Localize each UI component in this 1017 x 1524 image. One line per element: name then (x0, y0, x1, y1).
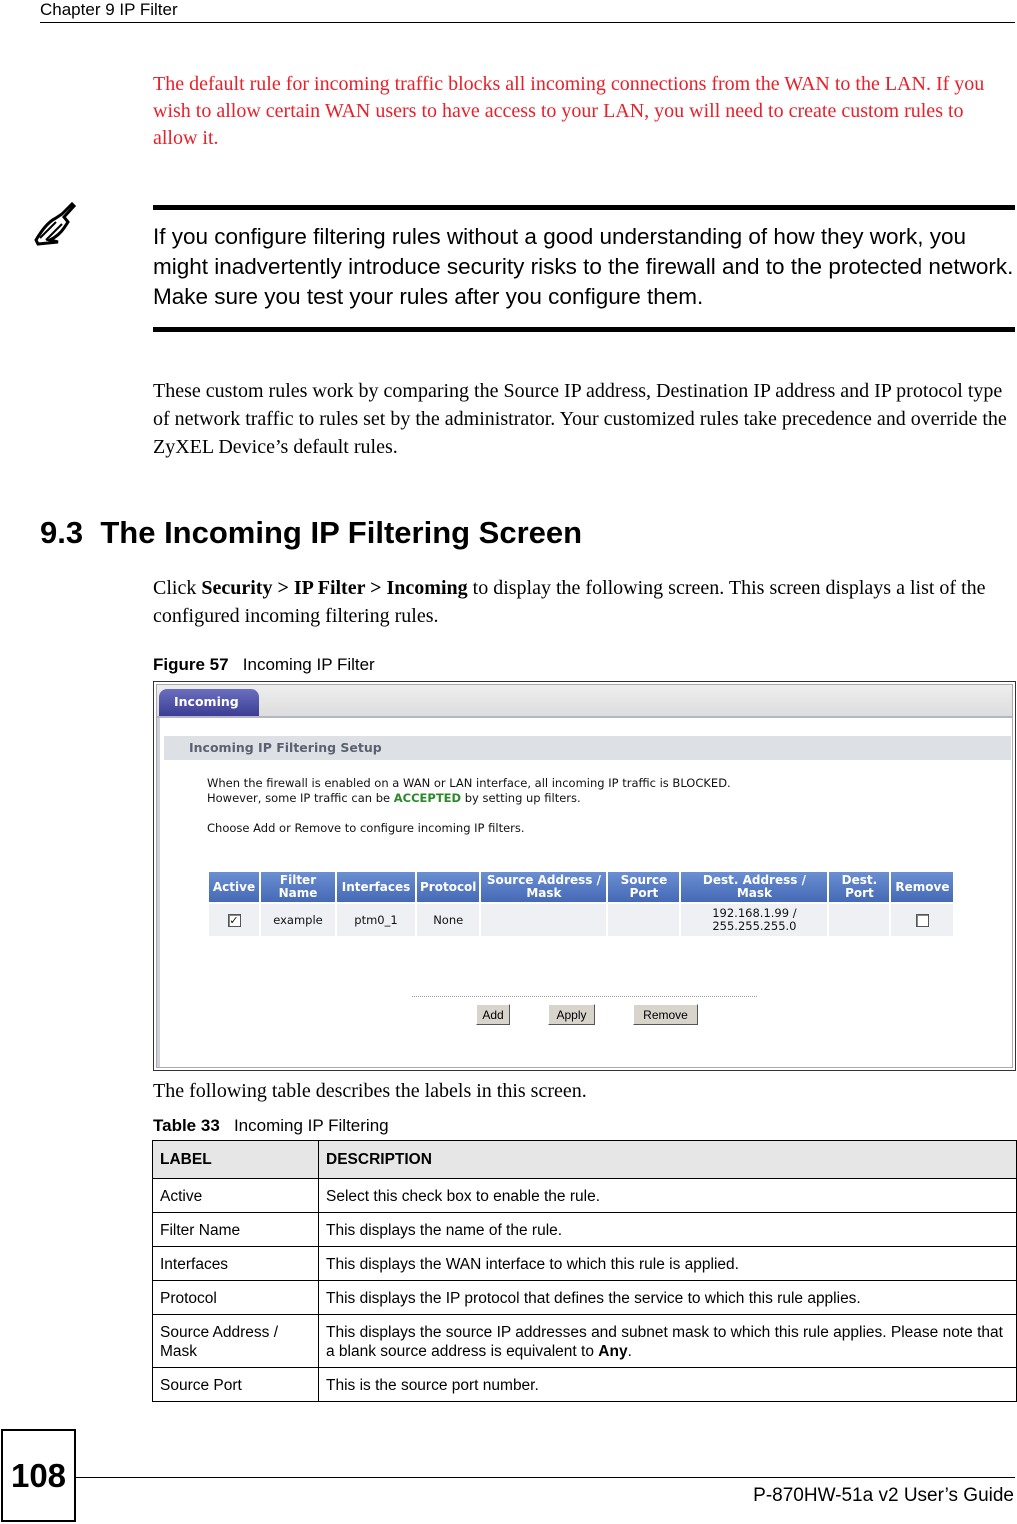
tab-incoming[interactable]: Incoming (159, 689, 259, 716)
accepted-keyword: ACCEPTED (393, 791, 462, 805)
table-title: Incoming IP Filtering (233, 1116, 389, 1135)
col-filter-name: Filter Name (261, 872, 335, 902)
source-address-cell (481, 904, 607, 936)
col-interfaces: Interfaces (337, 872, 415, 902)
active-cell: ✓ (209, 904, 259, 936)
row-description: This is the source port number. (318, 1367, 1017, 1402)
figure-label: Figure 57 (153, 655, 229, 674)
header-description: DESCRIPTION (318, 1140, 1017, 1179)
section-title: The Incoming IP Filtering Screen (100, 515, 583, 550)
info-accepted-line: However, some IP traffic can be ACCEPTED… (207, 791, 581, 805)
row-label: Interfaces (152, 1246, 319, 1281)
filter-rules-table: Active Filter Name Interfaces Protocol S… (207, 870, 955, 938)
page-number: 108 (1, 1429, 76, 1522)
table-row: Filter Name This displays the name of the… (152, 1212, 1017, 1247)
tab-bar: Incoming (157, 685, 1012, 718)
row-description: This displays the IP protocol that defin… (318, 1280, 1017, 1315)
dest-port-cell (829, 904, 890, 936)
row-label: Filter Name (152, 1212, 319, 1247)
row-label: Protocol (152, 1280, 319, 1315)
row-description-suffix: . (627, 1343, 632, 1360)
rule-row: ✓ example ptm0_1 None 192.168.1.99 /255.… (209, 904, 954, 936)
desc-header-row: LABEL DESCRIPTION (152, 1140, 1017, 1179)
note-bottom-rule (153, 327, 1015, 332)
col-active: Active (209, 872, 259, 902)
row-label: Source Port (152, 1367, 319, 1402)
pencil-note-icon (28, 200, 78, 248)
row-description: This displays the name of the rule. (318, 1212, 1017, 1247)
guide-title: P-870HW-51a v2 User’s Guide (753, 1485, 1014, 1506)
setup-title-bar: Incoming IP Filtering Setup (164, 736, 1011, 760)
active-checkbox[interactable]: ✓ (227, 913, 241, 927)
col-dest-address: Dest. Address / Mask (681, 872, 828, 902)
labels-description-table: LABEL DESCRIPTION Active Select this chec… (152, 1140, 1017, 1402)
chapter-header: Chapter 9 IP Filter (40, 0, 178, 19)
header-label: LABEL (152, 1140, 319, 1179)
section-number: 9.3 (40, 515, 84, 550)
remove-button[interactable]: Remove (633, 1004, 698, 1025)
row-label: Source Address / Mask (152, 1314, 319, 1368)
col-source-address: Source Address / Mask (481, 872, 607, 902)
header-divider (40, 22, 1015, 23)
table-row: Active Select this check box to enable th… (152, 1178, 1017, 1213)
custom-rules-paragraph: These custom rules work by comparing the… (153, 380, 1007, 458)
row-description: This displays the WAN interface to which… (318, 1246, 1017, 1281)
col-protocol: Protocol (417, 872, 480, 902)
section-heading: 9.3 The Incoming IP Filtering Screen (40, 515, 582, 551)
incoming-ip-filter-screenshot: Incoming Incoming IP Filtering Setup Whe… (153, 681, 1016, 1071)
row-description: This displays the source IP addresses an… (318, 1314, 1017, 1368)
figure-caption: Figure 57 Incoming IP Filter (153, 655, 375, 675)
filter-name-cell: example (261, 904, 335, 936)
table-row: Source Address / Mask This displays the s… (152, 1314, 1017, 1368)
col-source-port: Source Port (608, 872, 680, 902)
info-accepted-suffix: by setting up filters. (461, 791, 581, 805)
rules-header-row: Active Filter Name Interfaces Protocol S… (209, 872, 954, 902)
dest-address-cell: 192.168.1.99 /255.255.255.0 (681, 904, 828, 936)
table-row: Interfaces This displays the WAN interfac… (152, 1246, 1017, 1281)
add-button[interactable]: Add (476, 1004, 510, 1025)
intro-warning-paragraph: The default rule for incoming traffic bl… (153, 73, 985, 149)
apply-button[interactable]: Apply (548, 1004, 595, 1025)
info-blocked-line: When the firewall is enabled on a WAN or… (207, 776, 731, 790)
dest-address: 192.168.1.99 / (712, 906, 797, 920)
click-prefix: Click (153, 577, 202, 599)
following-table-paragraph: The following table describes the labels… (153, 1080, 587, 1102)
left-frame-strip (157, 718, 160, 1067)
dest-mask: 255.255.255.0 (712, 919, 797, 933)
row-label: Active (152, 1178, 319, 1213)
col-dest-port: Dest. Port (829, 872, 890, 902)
source-port-cell (608, 904, 680, 936)
remove-cell (891, 904, 954, 936)
menu-path: Security > IP Filter > Incoming (201, 577, 468, 599)
table-row: Protocol This displays the IP protocol th… (152, 1280, 1017, 1315)
info-accepted-prefix: However, some IP traffic can be (207, 791, 394, 805)
footer-divider (76, 1477, 1015, 1478)
note-top-rule (153, 205, 1015, 210)
interfaces-cell: ptm0_1 (337, 904, 415, 936)
click-instructions-paragraph: Click Security > IP Filter > Incoming to… (153, 574, 1013, 630)
protocol-cell: None (417, 904, 480, 936)
note-text: If you configure filtering rules without… (153, 224, 1014, 309)
table-label: Table 33 (153, 1116, 220, 1135)
any-keyword: Any (598, 1343, 628, 1360)
col-remove: Remove (891, 872, 954, 902)
figure-title: Incoming IP Filter (242, 655, 375, 674)
button-separator (412, 996, 757, 997)
table-row: Source Port This is the source port numbe… (152, 1367, 1017, 1402)
router-web-ui: Incoming Incoming IP Filtering Setup Whe… (156, 684, 1013, 1068)
remove-checkbox[interactable] (915, 913, 929, 927)
info-choose-line: Choose Add or Remove to configure incomi… (207, 821, 525, 835)
row-description: Select this check box to enable the rule… (318, 1178, 1017, 1213)
table-caption: Table 33 Incoming IP Filtering (153, 1116, 389, 1136)
row-description-text: This displays the source IP addresses an… (326, 1324, 1003, 1360)
